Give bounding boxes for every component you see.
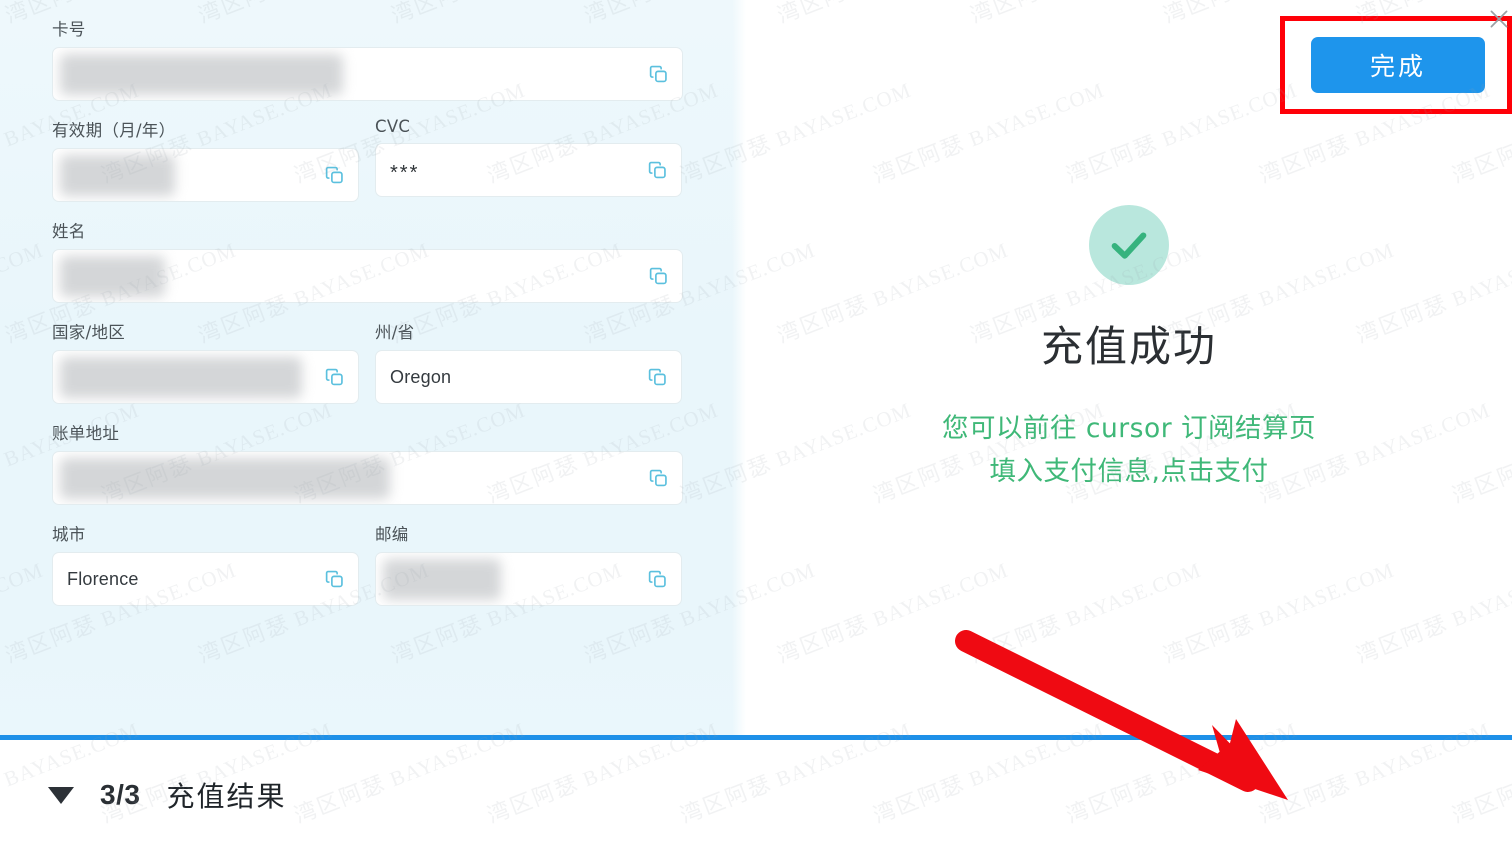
redacted-value (383, 559, 501, 600)
success-message-line-2: 填入支付信息,点击支付 (989, 455, 1269, 487)
card-number-input[interactable] (52, 47, 683, 101)
row-city-zip: 城市 Florence 邮编 (52, 521, 746, 622)
copy-icon[interactable] (648, 468, 669, 489)
copy-icon[interactable] (648, 266, 669, 287)
field-label-zip: 邮编 (375, 525, 409, 544)
field-zip: 邮编 (375, 521, 682, 606)
bottom-step-bar: 3/3 充值结果 (0, 740, 1512, 850)
redacted-value (60, 54, 343, 95)
payment-form: 卡号 有效期（月/年） CVC *** 姓名 国家/地区 州/省 Oregon … (0, 0, 746, 622)
city-input[interactable]: Florence (52, 552, 359, 606)
red-highlight-box: 完成 (1280, 16, 1512, 114)
redacted-value (60, 357, 302, 398)
copy-icon[interactable] (647, 367, 668, 388)
field-label-card-number: 卡号 (52, 20, 86, 39)
field-name: 姓名 (52, 218, 683, 303)
step-indicator[interactable]: 3/3 充值结果 (0, 775, 286, 815)
copy-icon[interactable] (324, 569, 345, 590)
step-count: 3/3 (100, 779, 141, 810)
field-card-number: 卡号 (52, 16, 683, 101)
field-label-city: 城市 (52, 525, 86, 544)
finish-button-area: 完成 (1280, 16, 1512, 114)
field-expiry: 有效期（月/年） (52, 117, 359, 202)
state-input[interactable]: Oregon (375, 350, 682, 404)
caret-down-icon[interactable] (48, 786, 74, 804)
copy-icon[interactable] (647, 569, 668, 590)
cvc-input[interactable]: *** (375, 143, 682, 197)
field-label-country: 国家/地区 (52, 323, 126, 342)
copy-icon[interactable] (324, 165, 345, 186)
field-billing-address: 账单地址 (52, 420, 683, 505)
success-title: 充值成功 (1040, 322, 1217, 371)
success-message: 您可以前往 cursor 订阅结算页 填入支付信息,点击支付 (942, 408, 1316, 494)
state-value: Oregon (390, 366, 452, 387)
finish-button[interactable]: 完成 (1311, 37, 1485, 93)
redacted-value (60, 256, 165, 297)
row-expiry-cvc: 有效期（月/年） CVC *** (52, 117, 746, 218)
check-circle-icon (1089, 205, 1169, 285)
name-input[interactable] (52, 249, 683, 303)
billing-address-input[interactable] (52, 451, 683, 505)
copy-icon[interactable] (324, 367, 345, 388)
field-country: 国家/地区 (52, 319, 359, 404)
zip-input[interactable] (375, 552, 682, 606)
field-city: 城市 Florence (52, 521, 359, 606)
field-label-cvc: CVC (375, 117, 411, 136)
field-label-name: 姓名 (52, 222, 86, 241)
country-input[interactable] (52, 350, 359, 404)
field-cvc: CVC *** (375, 117, 682, 202)
close-icon[interactable] (1482, 2, 1512, 36)
city-value: Florence (67, 568, 139, 589)
redacted-value (60, 458, 390, 499)
step-name: 充值结果 (166, 780, 287, 813)
field-label-state: 州/省 (375, 323, 415, 342)
copy-icon[interactable] (648, 64, 669, 85)
field-label-expiry: 有效期（月/年） (52, 121, 176, 140)
field-state: 州/省 Oregon (375, 319, 682, 404)
payment-result-dialog: 卡号 有效期（月/年） CVC *** 姓名 国家/地区 州/省 Oregon … (0, 0, 1512, 850)
field-label-billing-address: 账单地址 (52, 424, 120, 443)
blue-divider (0, 735, 1512, 740)
cvc-value: *** (390, 162, 420, 184)
row-country-state: 国家/地区 州/省 Oregon (52, 319, 746, 420)
copy-icon[interactable] (647, 160, 668, 181)
redacted-value (60, 155, 175, 196)
expiry-input[interactable] (52, 148, 359, 202)
success-message-line-1: 您可以前往 cursor 订阅结算页 (941, 413, 1317, 444)
